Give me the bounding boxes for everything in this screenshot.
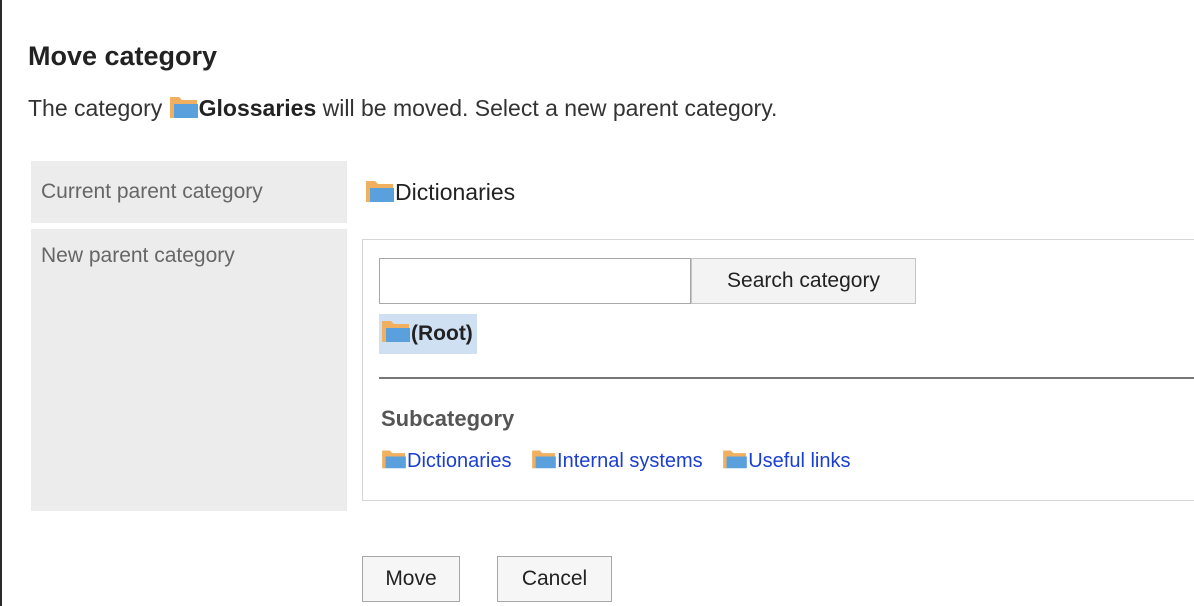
category-search-input[interactable] [379, 258, 691, 304]
current-parent-value: Dictionaries [365, 178, 515, 206]
folder-icon [169, 94, 199, 120]
subcategory-link-internal-systems[interactable]: Internal systems [531, 450, 703, 472]
description-suffix: will be moved. Select a new parent categ… [316, 95, 778, 121]
subcategory-label: Useful links [748, 450, 851, 472]
moved-category-name: Glossaries [198, 95, 317, 121]
folder-icon [722, 448, 748, 470]
move-button[interactable]: Move [362, 556, 460, 602]
cancel-button[interactable]: Cancel [497, 556, 612, 602]
subcategory-label: Internal systems [557, 450, 703, 472]
divider [379, 377, 1194, 379]
root-category-label: (Root) [411, 322, 473, 345]
search-category-button[interactable]: Search category [691, 258, 916, 304]
folder-icon [531, 448, 557, 470]
subcategory-list: Dictionaries Internal systems Useful lin… [381, 447, 864, 475]
subcategory-heading: Subcategory [381, 406, 515, 431]
folder-icon [381, 318, 411, 344]
page-description: The category Glossaries will be moved. S… [28, 93, 777, 123]
page-title: Move category [28, 41, 218, 71]
subcategory-link-dictionaries[interactable]: Dictionaries [381, 450, 511, 472]
root-category-item[interactable]: (Root) [379, 314, 477, 354]
current-parent-name: Dictionaries [395, 179, 516, 205]
current-parent-label: Current parent category [31, 161, 347, 223]
new-parent-label: New parent category [31, 229, 347, 511]
subcategory-link-useful-links[interactable]: Useful links [722, 450, 850, 472]
folder-icon [365, 178, 395, 204]
description-prefix: The category [28, 95, 169, 121]
subcategory-label: Dictionaries [407, 450, 512, 472]
folder-icon [381, 448, 407, 470]
